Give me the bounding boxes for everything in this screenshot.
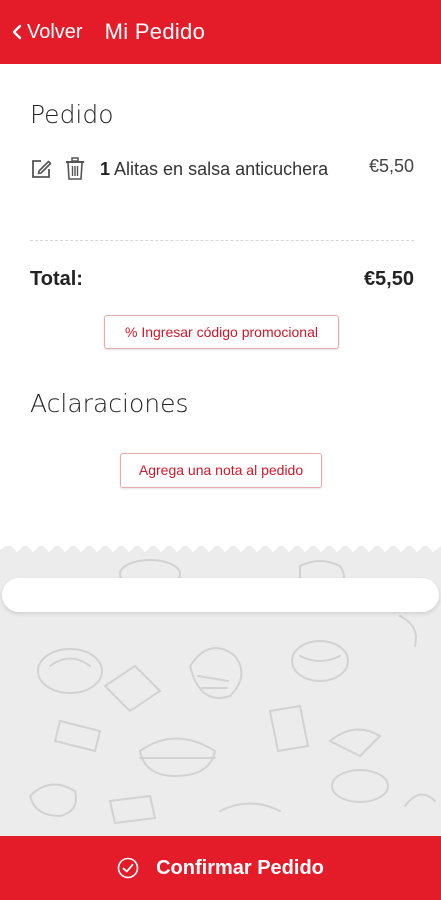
total-label: Total: bbox=[30, 268, 83, 290]
empty-input-bar bbox=[2, 578, 439, 612]
item-quantity: 1 bbox=[100, 159, 111, 179]
chevron-left-icon bbox=[12, 24, 22, 40]
confirm-order-label: Confirmar Pedido bbox=[156, 856, 324, 879]
divider bbox=[30, 240, 414, 241]
order-section-title: Pedido bbox=[30, 100, 114, 129]
app-header: Volver Mi Pedido bbox=[0, 0, 441, 64]
confirm-order-button[interactable]: Confirmar Pedido bbox=[0, 836, 441, 900]
promo-code-button[interactable]: % Ingresar código promocional bbox=[104, 315, 339, 349]
notes-section-title: Aclaraciones bbox=[30, 389, 189, 418]
add-note-button[interactable]: Agrega una nota al pedido bbox=[120, 453, 322, 488]
back-label: Volver bbox=[27, 20, 83, 43]
check-circle-icon bbox=[117, 857, 139, 879]
item-description: 1 Alitas en salsa anticuchera bbox=[100, 156, 340, 182]
page-title: Mi Pedido bbox=[104, 19, 206, 44]
back-button[interactable]: Volver bbox=[10, 21, 83, 44]
item-name: Alitas en salsa anticuchera bbox=[114, 159, 329, 179]
item-price: €5,50 bbox=[368, 156, 414, 176]
trash-icon[interactable] bbox=[65, 157, 85, 181]
order-item: 1 Alitas en salsa anticuchera €5,50 bbox=[30, 156, 414, 216]
total-value: €5,50 bbox=[363, 268, 414, 290]
edit-icon[interactable] bbox=[30, 158, 52, 180]
